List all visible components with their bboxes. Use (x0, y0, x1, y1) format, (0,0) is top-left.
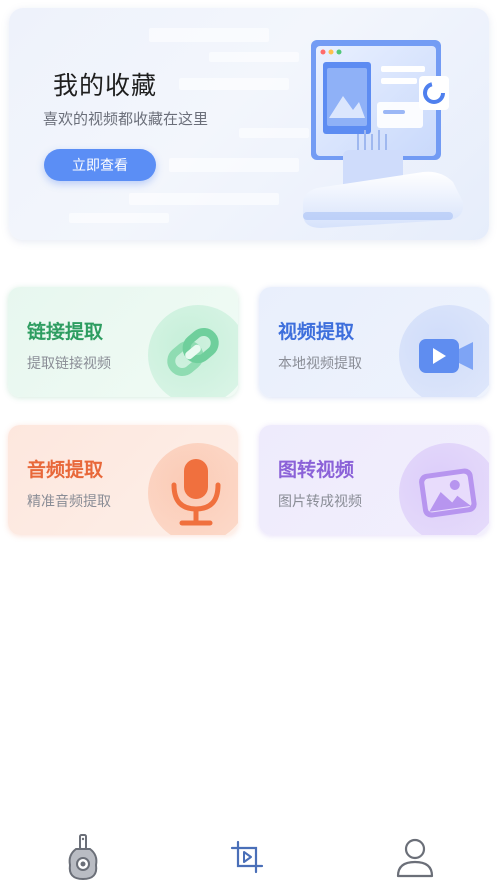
card-title: 图转视频 (278, 459, 355, 481)
link-icon (167, 328, 219, 376)
guitar-icon (68, 834, 98, 881)
video-extract-card[interactable]: 视频提取 本地视频提取 (259, 287, 489, 397)
card-title: 音频提取 (27, 459, 104, 481)
microphone-icon (171, 459, 221, 526)
banner-title: 我的收藏 (53, 71, 158, 100)
view-now-button[interactable]: 立即查看 (44, 149, 156, 181)
card-title: 视频提取 (278, 321, 355, 343)
card-subtitle: 本地视频提取 (278, 356, 362, 372)
video-icon (419, 339, 473, 373)
card-subtitle: 图片转成视频 (278, 494, 362, 510)
nav-edit[interactable] (222, 832, 272, 882)
nav-home[interactable] (58, 832, 108, 882)
crop-play-icon (230, 840, 264, 874)
audio-extract-card[interactable]: 音频提取 精准音频提取 (8, 425, 238, 535)
image-icon (419, 468, 477, 518)
favorites-banner[interactable]: 我的收藏 喜欢的视频都收藏在这里 立即查看 (9, 8, 489, 240)
image-to-video-card[interactable]: 图转视频 图片转成视频 (259, 425, 489, 535)
link-extract-card[interactable]: 链接提取 提取链接视频 (8, 287, 238, 397)
user-icon (396, 838, 434, 878)
nav-profile[interactable] (390, 832, 440, 882)
card-title: 链接提取 (27, 321, 104, 343)
card-subtitle: 提取链接视频 (27, 356, 111, 372)
banner-subtitle: 喜欢的视频都收藏在这里 (43, 110, 209, 128)
computer-illustration (303, 40, 464, 228)
bottom-navigation (0, 822, 497, 891)
card-subtitle: 精准音频提取 (27, 494, 111, 510)
